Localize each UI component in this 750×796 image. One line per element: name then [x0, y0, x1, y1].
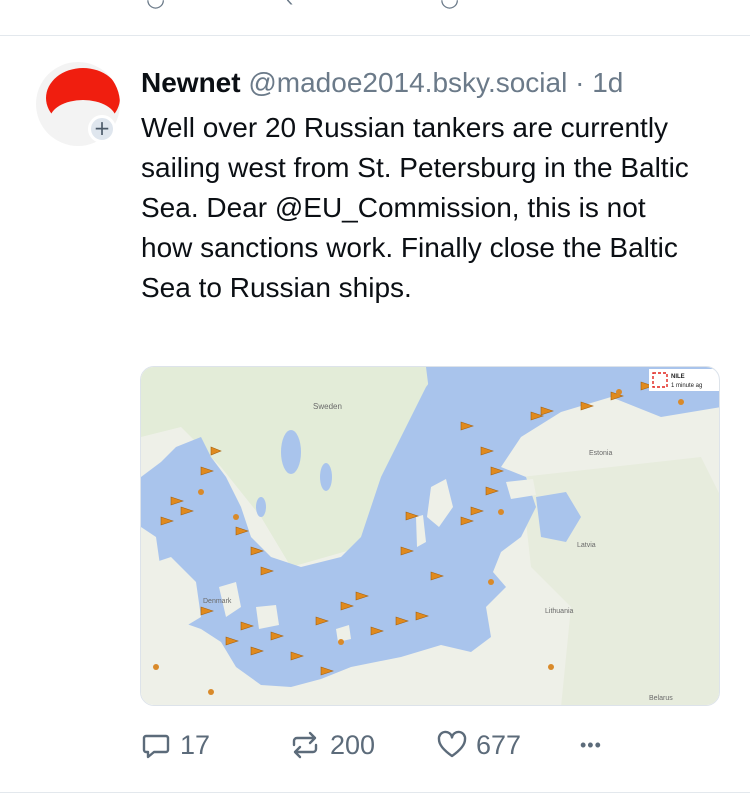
follow-plus-icon[interactable]: +: [88, 115, 116, 143]
map-overlay-badge: NILE 1 minute ag: [649, 369, 719, 391]
repost-button[interactable]: 200: [288, 728, 375, 762]
label-estonia: Estonia: [589, 450, 612, 457]
post-text: Well over 20 Russian tankers are current…: [141, 112, 689, 303]
label-sweden: Sweden: [313, 402, 342, 411]
svg-text:NILE: NILE: [671, 374, 685, 380]
divider: [0, 792, 750, 793]
like-count: 677: [476, 729, 522, 760]
reply-icon: [142, 734, 170, 759]
separator: ·: [575, 67, 585, 98]
reply-count: 17: [180, 729, 211, 760]
like-button[interactable]: 677: [436, 728, 521, 762]
repost-icon: [292, 731, 318, 759]
reply-button[interactable]: 17: [140, 728, 210, 762]
divider: [0, 35, 750, 36]
previous-post-actions: ◡ ‹ ◡: [140, 0, 500, 11]
post-header: Newnet @madoe2014.bsky.social · 1d: [141, 66, 623, 100]
author-handle[interactable]: @madoe2014.bsky.social: [248, 67, 567, 98]
author-name[interactable]: Newnet: [141, 67, 241, 98]
post-image-ship-map[interactable]: Sweden Estonia Latvia Lithuania Denmark …: [140, 366, 720, 706]
heart-icon: [437, 730, 467, 758]
more-icon: •••: [580, 734, 602, 755]
more-options-button[interactable]: •••: [580, 728, 602, 762]
like-icon[interactable]: ◡: [440, 0, 459, 12]
post-actions: 17 200 677 •••: [140, 728, 640, 762]
label-denmark: Denmark: [203, 598, 232, 605]
reply-icon[interactable]: ◡: [146, 0, 165, 12]
label-lithuania: Lithuania: [545, 608, 574, 615]
label-belarus: Belarus: [649, 695, 673, 702]
baltic-map: Sweden Estonia Latvia Lithuania Denmark …: [141, 367, 719, 705]
repost-icon[interactable]: ‹: [286, 0, 293, 12]
post-time[interactable]: 1d: [592, 67, 623, 98]
label-latvia: Latvia: [577, 542, 596, 549]
svg-text:1 minute ag: 1 minute ag: [671, 383, 702, 389]
repost-count: 200: [330, 729, 376, 760]
